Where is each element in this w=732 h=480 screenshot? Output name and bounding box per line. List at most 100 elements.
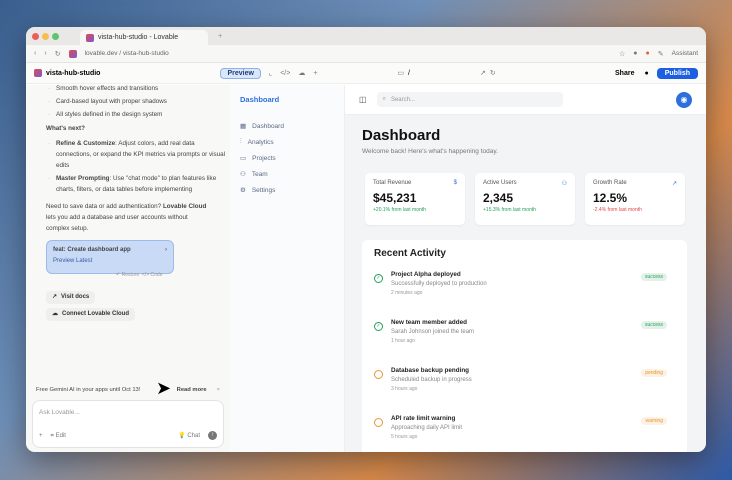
code-icon[interactable]: </> [280,70,290,77]
commit-subtitle: Preview Latest [53,258,93,264]
edit-button[interactable]: ⌗ Edit [51,431,66,442]
kpi-change: +20.1% from last month [373,207,426,213]
status-badge: success [640,273,667,281]
minimize-window-button[interactable] [42,32,49,40]
github-icon[interactable]: ● [644,70,648,77]
back-icon[interactable]: ‹ [34,50,36,57]
send-button[interactable]: ↑ [208,431,217,440]
activity-desc: Approaching daily API limit [391,425,463,431]
preview-topbar: ◫ ⌕ Search... ◉ [345,85,706,115]
promo-banner: Free Gemini AI in your apps until Oct 13… [36,385,220,396]
open-external-icon[interactable]: ↗ [480,69,486,77]
commit-title: feat: Create dashboard app [53,247,131,253]
bookmark-star-icon[interactable]: ☆ [619,50,625,58]
extension-icon-2[interactable]: ● [646,50,650,57]
cloud-icon[interactable]: ☁ [298,69,305,77]
route-path[interactable]: / [408,70,410,77]
visit-docs-button[interactable]: ↗ Visit docs [46,291,96,304]
check-circle-icon: ✓ [374,322,383,331]
refresh-preview-icon[interactable]: ↻ [490,69,496,77]
nav-item-projects[interactable]: ▭ Projects [230,150,344,166]
label: Dashboard [252,122,284,130]
activity-item: ✓ New team member added Sarah Johnson jo… [374,319,675,367]
folder-icon: ▭ [240,155,247,162]
brand-title: Dashboard [240,95,280,104]
page-title: Dashboard [362,127,441,144]
search-placeholder: Search... [390,96,415,103]
project-name[interactable]: vista-hub-studio [46,70,100,77]
activity-time: 5 hours ago [391,434,418,440]
grid-icon: ▦ [240,123,247,130]
sidebar-toggle-icon[interactable]: ◫ [359,95,367,104]
nav-item-analytics[interactable]: ⫶ Analytics [230,134,344,150]
kpi-card-users: Active Users ⚇ 2,345 +15.3% from last month [475,173,575,225]
kpi-value: 12.5% [593,191,628,205]
mouse-cursor: ➤ [156,378,172,398]
browser-tab[interactable]: vista-hub-studio - Lovable [80,30,209,45]
chat-input[interactable]: Ask Lovable... + ⌗ Edit 💡 Chat ↑ [32,400,224,448]
analytics-icon[interactable]: ⌞ [269,69,272,77]
label: Chat [187,433,200,439]
activity-time: 3 hours ago [391,386,418,392]
activity-desc: Successfully deployed to production [391,281,487,287]
avatar[interactable]: ◉ [676,91,692,108]
project-logo-icon [34,69,42,77]
code-button[interactable]: Code [151,272,163,278]
label: Connect Lovable Cloud [62,311,130,317]
item-bold: Master Prompting [56,175,110,182]
label: Analytics [247,138,274,146]
activity-item: ✓ Project Alpha deployed Successfully de… [374,271,675,319]
url-field[interactable]: lovable.dev / vista-hub-studio [85,50,169,57]
commit-actions: ↶ Restore </> Code [116,272,163,278]
check-circle-icon: ✓ [374,274,383,283]
search-input[interactable]: ⌕ Search... [376,92,563,107]
extension-icon[interactable]: ● [633,50,637,57]
t: Need to save data or add authentication? [46,203,163,210]
device-icon[interactable]: ▭ [397,69,404,77]
status-badge: success [640,321,667,329]
kpi-value: $45,231 [373,191,417,205]
activity-item: API rate limit warning Approaching daily… [374,415,675,452]
nav-item-settings[interactable]: ⚙ Settings [230,182,344,198]
preview-sidebar: Dashboard ▦ Dashboard ⫶ Analytics ▭ Project… [230,85,345,452]
trending-up-icon: ↗ [671,181,677,187]
publish-button[interactable]: Publish [656,67,698,79]
connect-cloud-button[interactable]: ☁ Connect Lovable Cloud [46,308,136,321]
chat-mode-button[interactable]: 💡 Chat [178,431,200,442]
cloud-text: Need to save data or add authentication?… [26,201,230,234]
promo-text: Free Gemini AI in your apps until Oct 13… [36,387,141,393]
preview-button[interactable]: Preview [220,67,261,79]
nav-item-dashboard[interactable]: ▦ Dashboard [230,118,344,134]
close-window-button[interactable] [32,32,39,40]
status-badge: warning [641,417,667,425]
attach-icon[interactable]: + [39,431,43,442]
add-icon[interactable]: + [313,70,317,77]
kpi-label: Growth Rate [593,180,627,186]
item-bold: Refine & Customize [56,140,116,147]
status-badge: pending [641,369,667,377]
new-tab-button[interactable]: + [218,33,222,40]
kpi-change: +15.3% from last month [483,207,536,213]
label: Settings [251,186,276,194]
kpi-change: -2.4% from last month [593,207,642,213]
activity-title: API rate limit warning [391,415,456,422]
chat-panel: Smooth hover effects and transitions Car… [26,83,230,452]
close-promo-icon[interactable]: × [217,385,220,396]
label: Edit [55,433,66,439]
address-bar: ‹ › ↻ lovable.dev / vista-hub-studio ☆ ● ●… [26,45,706,63]
kpi-card-revenue: Total Revenue $ $45,231 +20.1% from last mo… [365,173,465,225]
activity-title: Database backup pending [391,367,470,374]
share-button[interactable]: Share [615,70,634,77]
recent-activity-card: Recent Activity ✓ Project Alpha deployed… [362,240,687,452]
read-more-button[interactable]: Read more [177,385,207,396]
maximize-window-button[interactable] [52,32,59,40]
kpi-label: Active Users [483,180,517,186]
clock-icon [374,418,383,427]
nav-item-team[interactable]: ⚇ Team [230,166,344,182]
commit-card[interactable]: feat: Create dashboard app › Preview Late… [46,240,174,274]
reload-icon[interactable]: ↻ [55,50,61,58]
preview-main: ◫ ⌕ Search... ◉ Dashboard Welcome back! H… [345,85,706,452]
restore-button[interactable]: Restore [122,272,140,278]
assistant-button[interactable]: Assistant [672,50,698,57]
forward-icon[interactable]: › [44,50,46,57]
